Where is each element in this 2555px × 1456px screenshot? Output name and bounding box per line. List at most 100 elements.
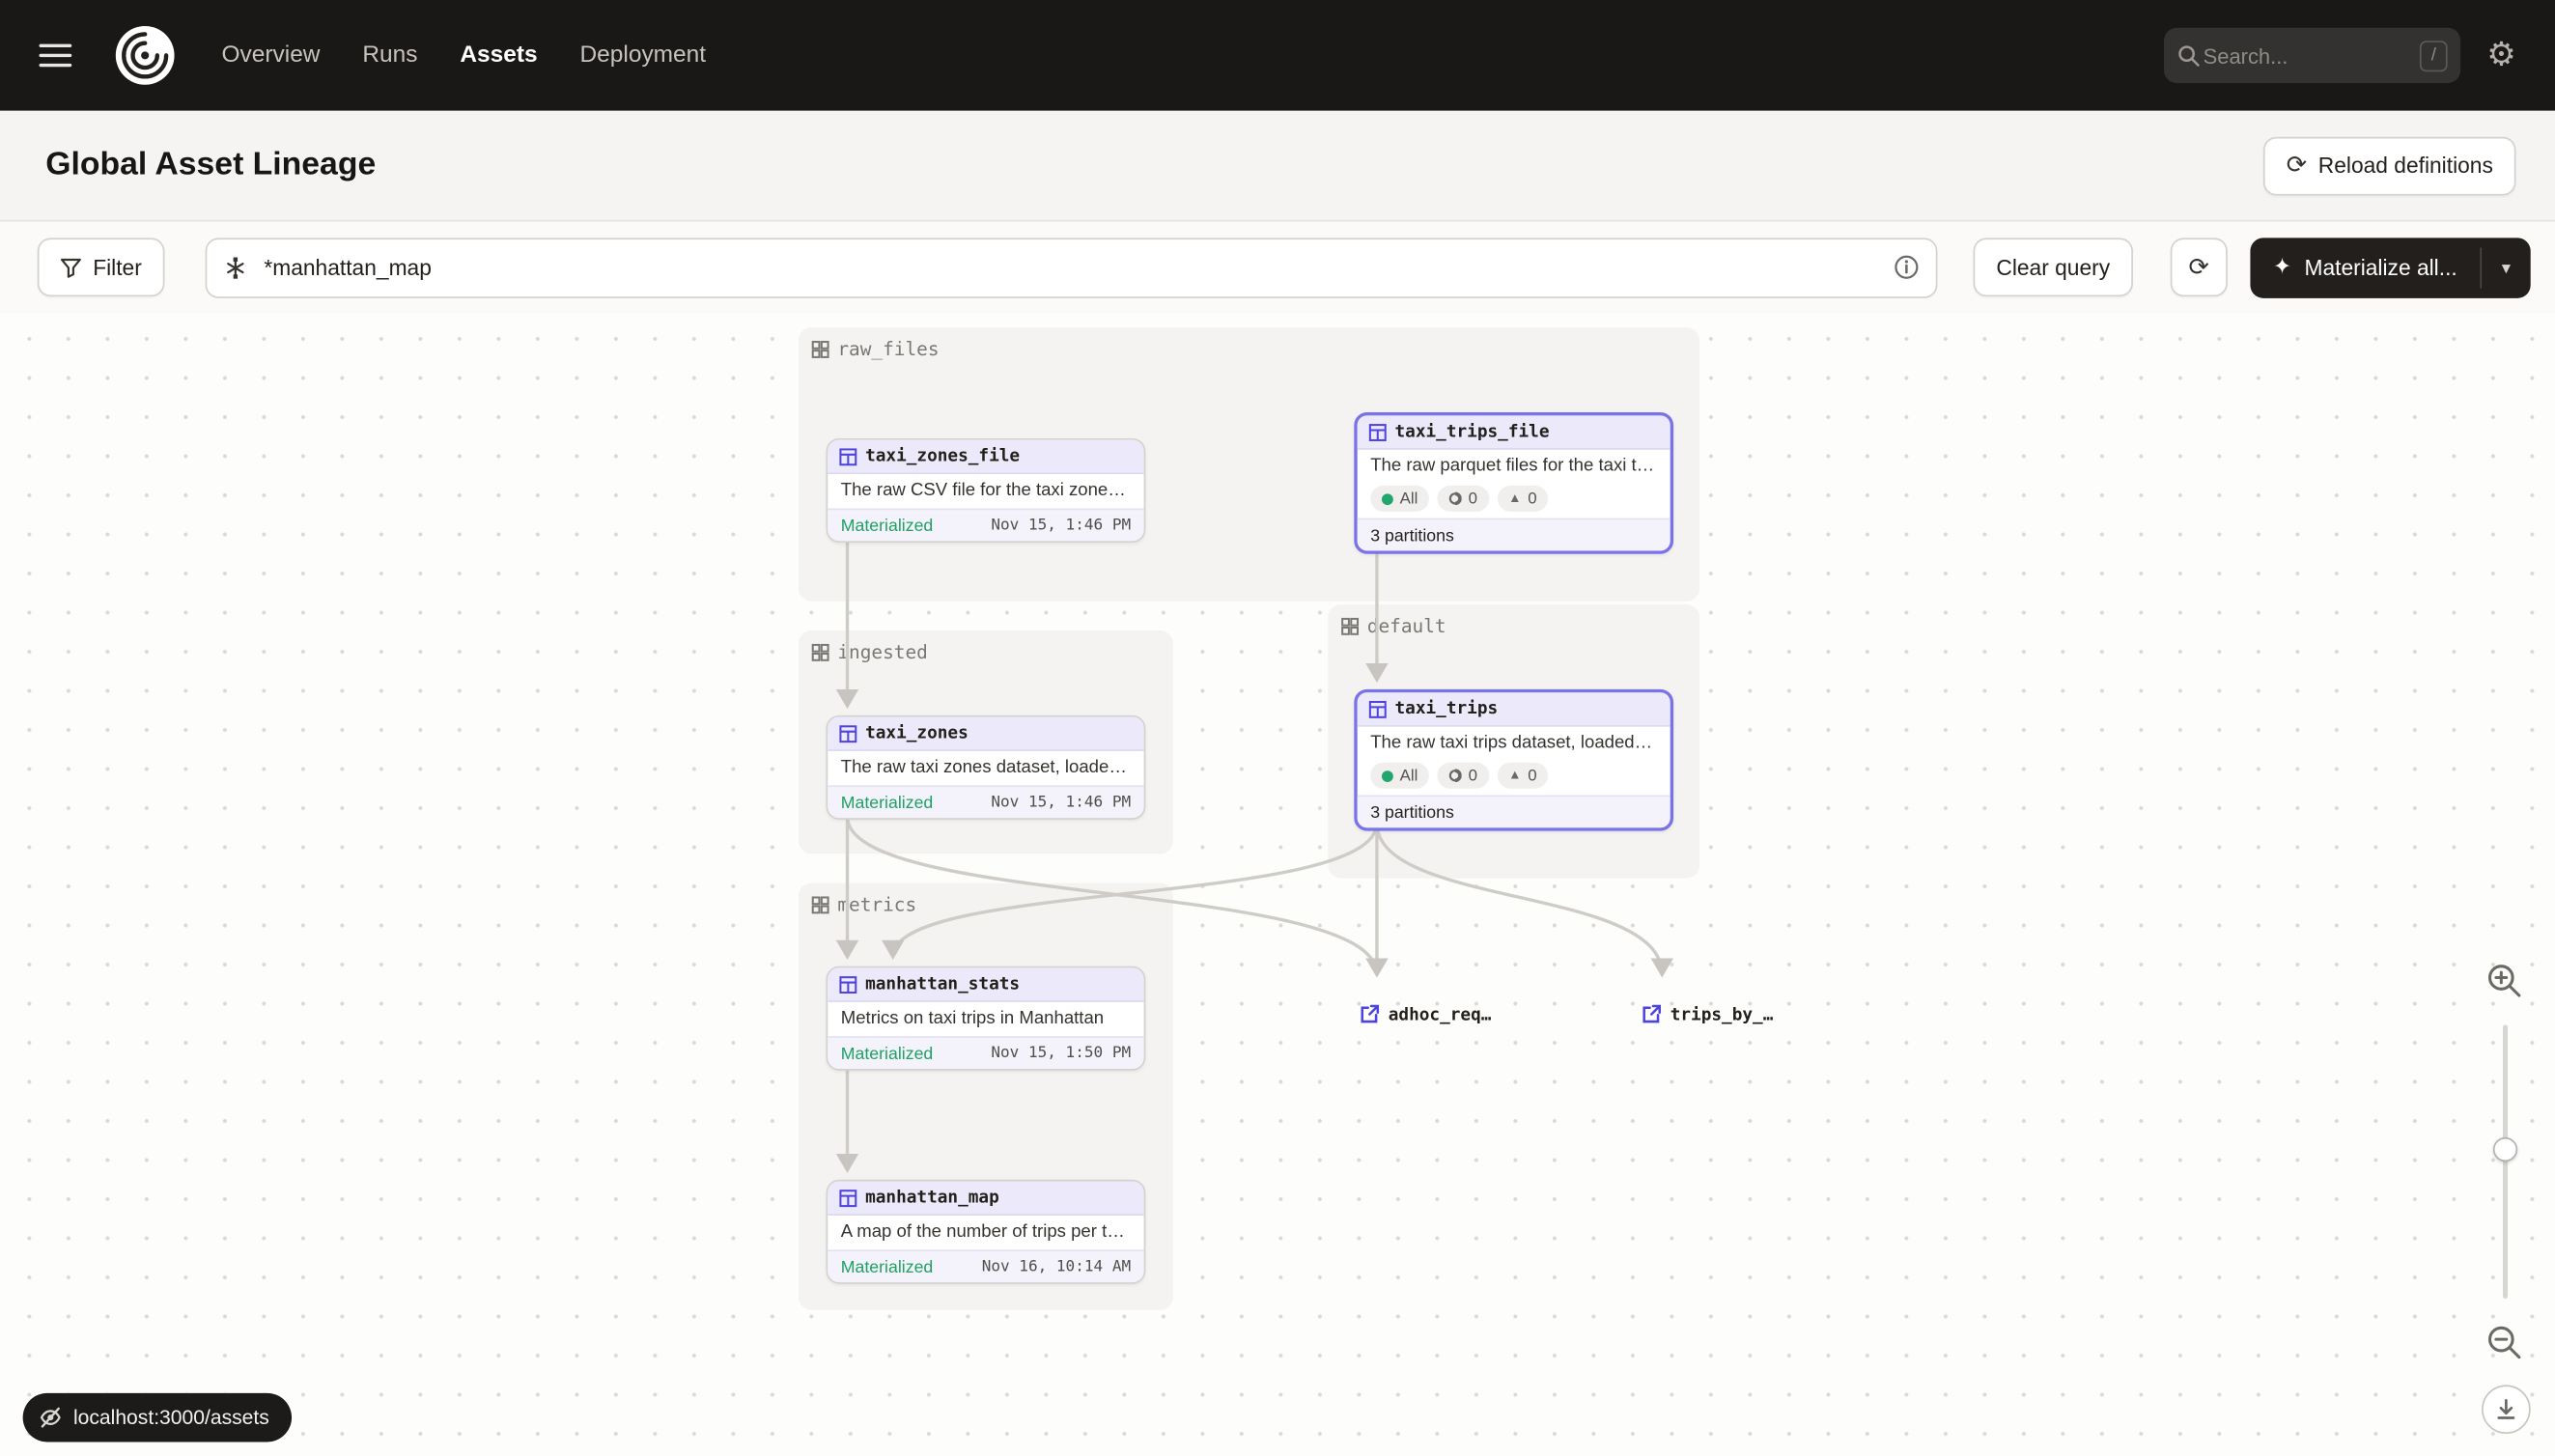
external-node-adhoc-request[interactable]: adhoc_req… — [1359, 1004, 1491, 1025]
top-nav: Overview Runs Assets Deployment / ⚙ — [0, 0, 2555, 111]
zoom-slider-track[interactable] — [2503, 1024, 2508, 1299]
filter-funnel-icon — [60, 257, 81, 278]
filter-button[interactable]: Filter — [38, 238, 165, 296]
page-title: Global Asset Lineage — [45, 147, 376, 184]
asset-node-taxi-trips-file[interactable]: taxi_trips_file The raw parquet files fo… — [1354, 412, 1673, 554]
lineage-toolbar: Filter Clear query ⟳ — [0, 222, 2555, 314]
table-icon — [839, 1189, 857, 1207]
group-icon — [1341, 617, 1360, 635]
global-search[interactable]: / — [2164, 28, 2460, 83]
partitions-failed-badge: ▲0 — [1497, 486, 1548, 512]
partitions-all-badge: All — [1370, 486, 1429, 512]
zoom-out-icon[interactable] — [2485, 1323, 2524, 1362]
partition-count: 3 partitions — [1370, 525, 1454, 545]
success-dot-icon — [1382, 770, 1393, 781]
primary-nav: Overview Runs Assets Deployment — [222, 42, 707, 69]
lineage-canvas[interactable]: raw_files ingested default — [0, 313, 2555, 1456]
external-link-icon — [1359, 1004, 1380, 1025]
info-icon[interactable] — [1894, 254, 1920, 280]
asset-name: manhattan_stats — [865, 974, 1020, 994]
asset-query-input[interactable] — [261, 253, 1881, 281]
asset-description: The raw taxi zones dataset, loaded int… — [828, 751, 1143, 785]
group-icon — [811, 643, 829, 661]
reload-definitions-button[interactable]: ⟳ Reload definitions — [2263, 136, 2515, 195]
asset-node-taxi-trips[interactable]: taxi_trips The raw taxi trips dataset, l… — [1354, 689, 1673, 831]
materialization-timestamp: Nov 15, 1:50 PM — [991, 1045, 1131, 1063]
app-root: Overview Runs Assets Deployment / ⚙ Glob… — [0, 0, 2555, 1456]
asset-node-taxi-zones-file[interactable]: taxi_zones_file The raw CSV file for the… — [827, 438, 1146, 543]
group-label: metrics — [837, 893, 916, 916]
chevron-down-icon: ▾ — [2502, 257, 2511, 278]
materialize-options-caret[interactable]: ▾ — [2482, 238, 2531, 297]
asset-name: taxi_zones_file — [865, 446, 1020, 465]
page-header: Global Asset Lineage ⟳ Reload definition… — [0, 111, 2555, 222]
asset-description: Metrics on taxi trips in Manhattan — [828, 1002, 1143, 1036]
external-node-trips-by[interactable]: trips_by_… — [1641, 1004, 1773, 1025]
asset-node-taxi-zones[interactable]: taxi_zones The raw taxi zones dataset, l… — [827, 715, 1146, 820]
missing-circle-icon — [1448, 492, 1462, 506]
materialization-timestamp: Nov 16, 10:14 AM — [982, 1258, 1131, 1276]
success-dot-icon — [1382, 492, 1393, 504]
missing-circle-icon — [1448, 770, 1462, 783]
refresh-icon: ⟳ — [2188, 255, 2208, 279]
asset-node-manhattan-stats[interactable]: manhattan_stats Metrics on taxi trips in… — [827, 966, 1146, 1071]
table-icon — [1369, 700, 1388, 718]
partitions-missing-badge: 0 — [1438, 486, 1489, 512]
group-icon — [811, 340, 829, 358]
partitions-all-badge: All — [1370, 763, 1429, 789]
zoom-slider-handle[interactable] — [2493, 1137, 2517, 1162]
asset-description: A map of the number of trips per taxi z… — [828, 1216, 1143, 1249]
partition-count: 3 partitions — [1370, 802, 1454, 822]
status-bar-url: localhost:3000/assets — [23, 1393, 293, 1442]
refresh-graph-button[interactable]: ⟳ — [2171, 238, 2228, 296]
materialized-status: Materialized — [841, 793, 934, 812]
asset-selection-input[interactable] — [206, 238, 1938, 297]
settings-gear-icon[interactable]: ⚙ — [2486, 40, 2515, 72]
table-icon — [839, 447, 857, 465]
warning-triangle-icon: ▲ — [1508, 770, 1521, 783]
materialization-timestamp: Nov 15, 1:46 PM — [991, 517, 1131, 535]
asset-name: manhattan_map — [865, 1188, 999, 1207]
asset-description: The raw CSV file for the taxi zones dat… — [828, 474, 1143, 508]
table-icon — [839, 724, 857, 742]
dagster-logo[interactable] — [114, 24, 176, 86]
group-label: default — [1367, 614, 1446, 637]
external-link-icon — [1641, 1004, 1662, 1025]
asset-name: taxi_trips — [1395, 699, 1499, 718]
external-asset-label: trips_by_… — [1671, 1004, 1774, 1023]
materialized-status: Materialized — [841, 516, 934, 535]
materialized-status: Materialized — [841, 1257, 934, 1276]
materialization-timestamp: Nov 15, 1:46 PM — [991, 794, 1131, 812]
nav-item-assets[interactable]: Assets — [460, 42, 537, 69]
group-icon — [811, 895, 829, 913]
asset-description: The raw taxi trips dataset, loaded into … — [1358, 727, 1671, 761]
nav-item-overview[interactable]: Overview — [222, 42, 321, 69]
asset-name: taxi_trips_file — [1395, 422, 1550, 441]
partition-badges: All 0 ▲0 — [1358, 761, 1671, 795]
nav-item-deployment[interactable]: Deployment — [580, 42, 707, 69]
search-shortcut-key: / — [2420, 40, 2448, 70]
external-asset-label: adhoc_req… — [1389, 1004, 1492, 1023]
hamburger-menu-icon[interactable] — [40, 44, 72, 68]
arrow-down-to-line-icon — [2495, 1398, 2518, 1421]
group-label: ingested — [837, 640, 927, 663]
asset-description: The raw parquet files for the taxi trips… — [1358, 450, 1671, 484]
asset-node-manhattan-map[interactable]: manhattan_map A map of the number of tri… — [827, 1180, 1146, 1284]
search-icon — [2177, 44, 2201, 68]
recenter-download-button[interactable] — [2482, 1385, 2531, 1434]
asset-name: taxi_zones — [865, 723, 969, 742]
materialize-all-button[interactable]: ✦ Materialize all... — [2250, 238, 2480, 297]
search-input[interactable] — [2200, 42, 2420, 70]
eye-off-icon — [40, 1406, 63, 1429]
graph-query-icon — [223, 255, 247, 279]
zoom-in-icon[interactable] — [2485, 962, 2524, 1001]
sparkle-icon: ✦ — [2273, 254, 2291, 280]
table-icon — [1369, 423, 1388, 441]
nav-item-runs[interactable]: Runs — [362, 42, 417, 69]
partition-badges: All 0 ▲0 — [1358, 484, 1671, 518]
clear-query-button[interactable]: Clear query — [1974, 238, 2133, 296]
group-label: raw_files — [837, 337, 939, 360]
materialized-status: Materialized — [841, 1044, 934, 1063]
warning-triangle-icon: ▲ — [1508, 492, 1521, 506]
refresh-icon: ⟳ — [2287, 154, 2307, 178]
